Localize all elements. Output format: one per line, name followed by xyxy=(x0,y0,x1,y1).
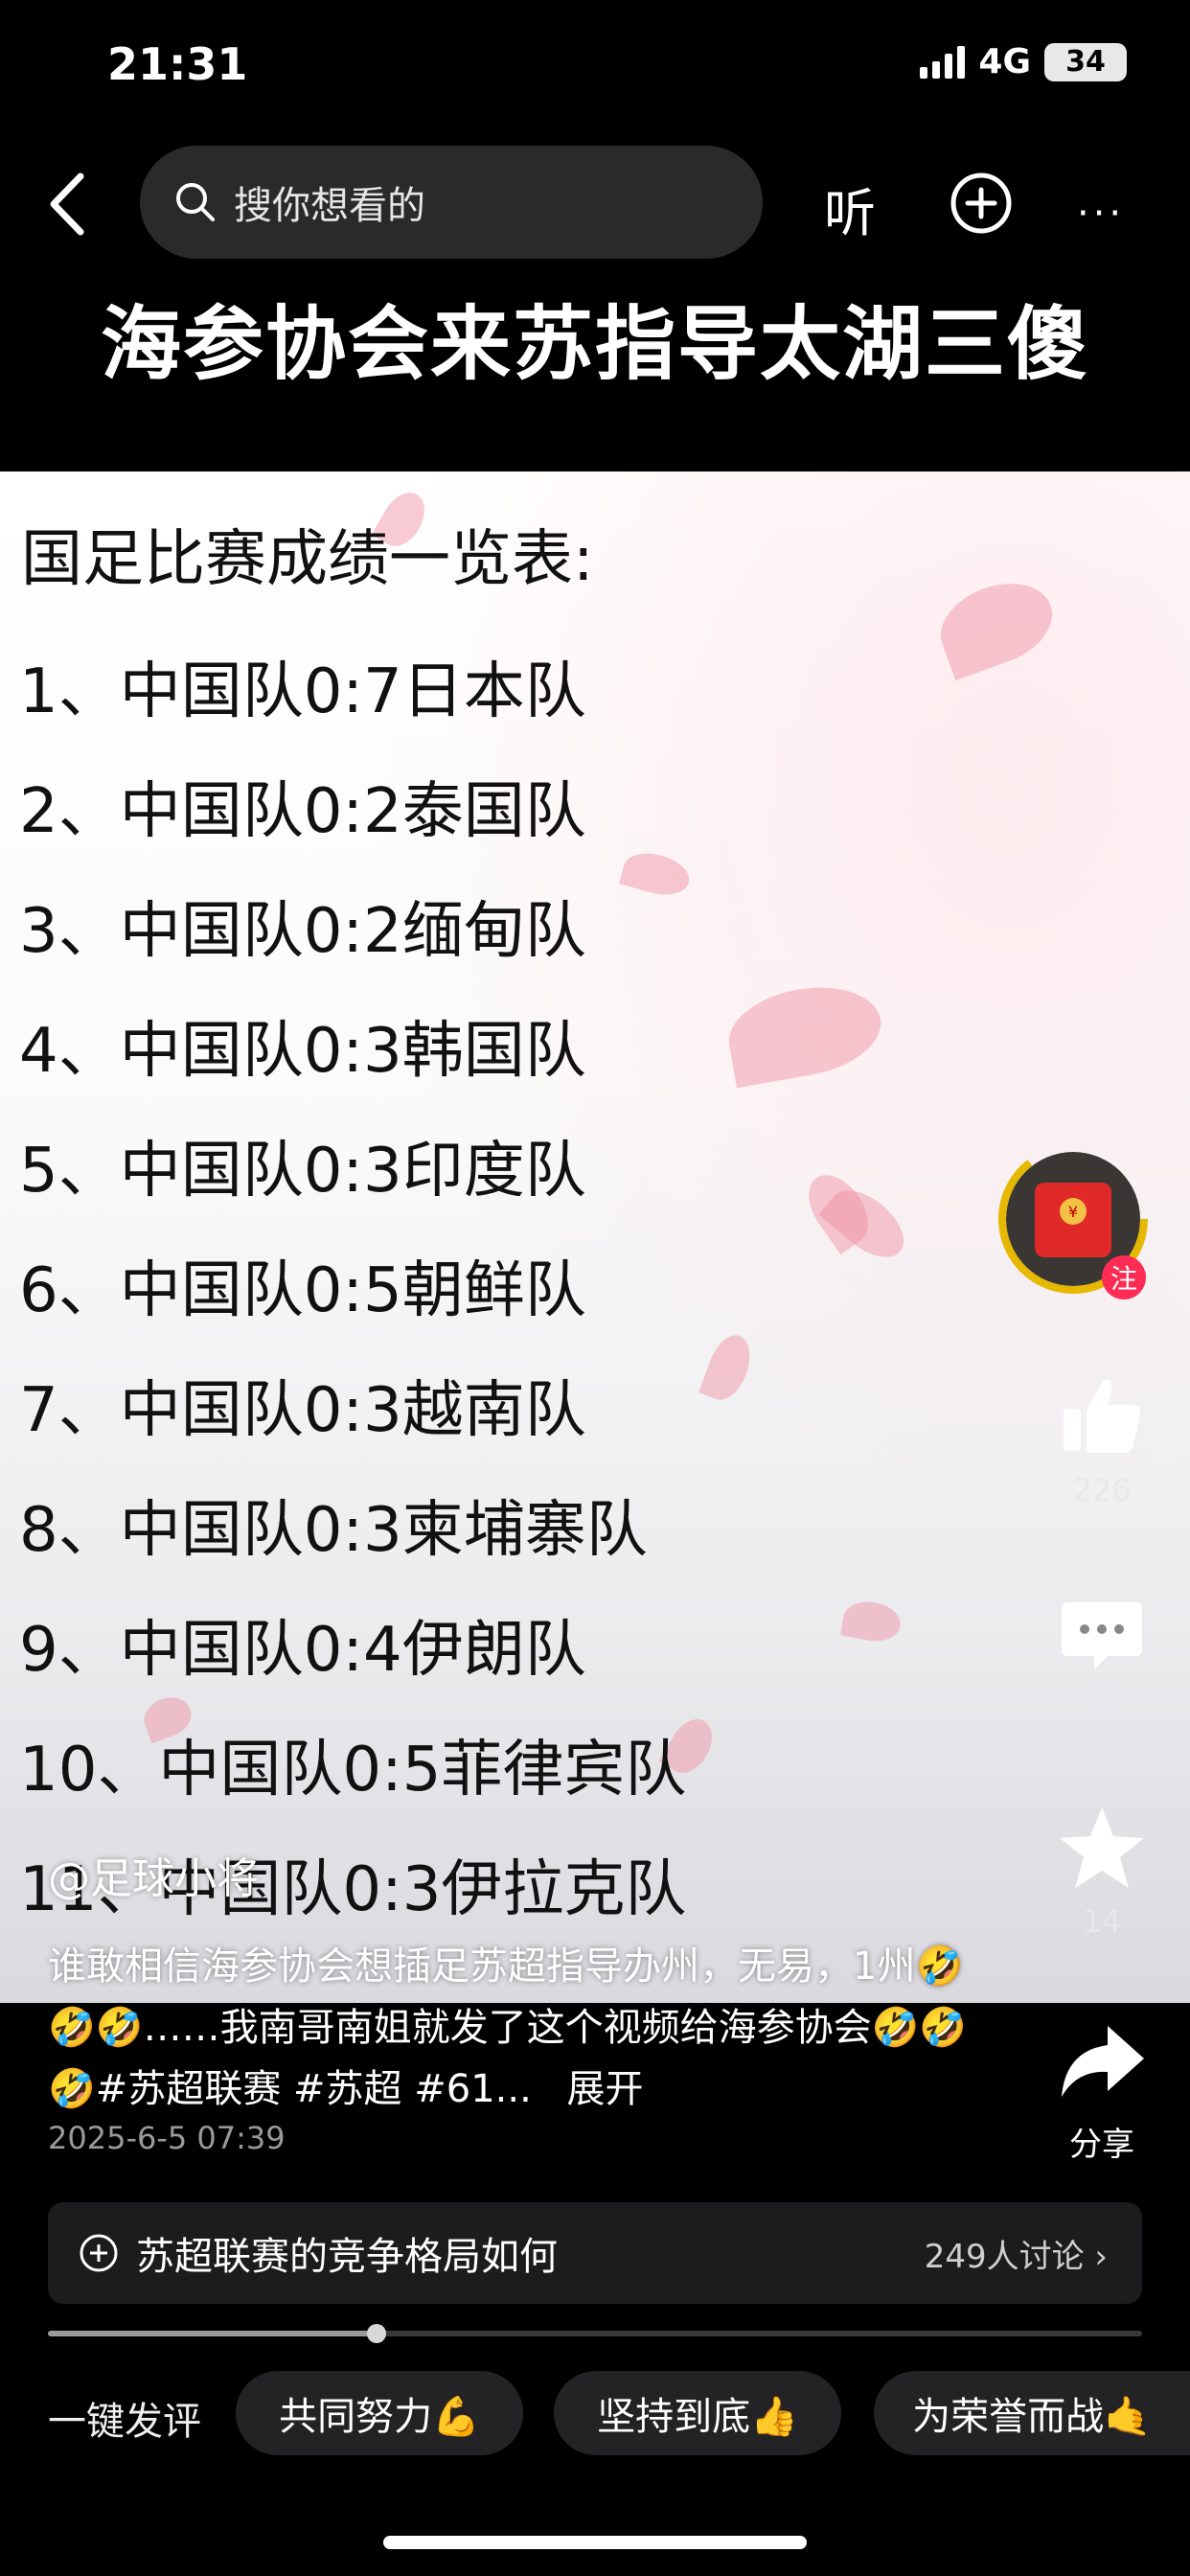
topic-count: 249人讨论 › xyxy=(924,2237,1108,2276)
status-time: 21:31 xyxy=(107,38,248,90)
quick-comment-chip[interactable]: 坚持到底👍 xyxy=(554,2371,841,2455)
star-icon xyxy=(1060,1807,1144,1888)
result-row: 8、中国队0:3柬埔寨队 xyxy=(19,1495,648,1566)
status-indicators: 4G 34 xyxy=(920,42,1127,81)
like-count: 226 xyxy=(1072,1472,1132,1508)
like-button[interactable]: 226 xyxy=(1044,1370,1159,1508)
add-circle-icon xyxy=(80,2234,118,2272)
comment-count: 77 xyxy=(1082,1689,1122,1725)
follow-button[interactable]: 注 xyxy=(1102,1255,1146,1300)
search-icon xyxy=(176,183,215,221)
result-row: 5、中国队0:3印度队 xyxy=(19,1136,586,1207)
search-placeholder: 搜你想看的 xyxy=(234,184,425,228)
result-row: 6、中国队0:5朝鲜队 xyxy=(19,1255,586,1326)
result-row: 4、中国队0:3韩国队 xyxy=(19,1016,586,1087)
results-title: 国足比赛成绩一览表: xyxy=(21,524,594,595)
progress-handle[interactable] xyxy=(366,2324,386,2343)
home-indicator[interactable] xyxy=(383,2536,807,2549)
quick-comment-chip[interactable]: 共同努力💪 xyxy=(236,2371,523,2455)
video-caption[interactable]: 谁敢相信海参协会想插足苏超指导办州，无易，1州🤣🤣🤣……我南哥南姐就发了这个视频… xyxy=(48,1936,987,2120)
favorite-button[interactable]: 14 xyxy=(1044,1802,1159,1940)
video-progress-bar[interactable] xyxy=(48,2324,1142,2343)
topic-label: 苏超联赛的竞争格局如何 xyxy=(136,2235,558,2279)
topic-discussion-bar[interactable]: 苏超联赛的竞争格局如何 249人讨论 › xyxy=(48,2202,1142,2304)
result-row: 9、中国队0:4伊朗队 xyxy=(19,1615,586,1686)
petal-decoration xyxy=(619,846,694,902)
petal-decoration xyxy=(839,1598,904,1645)
expand-button[interactable]: 展开 xyxy=(567,2067,644,2111)
result-row: 10、中国队0:5菲律宾队 xyxy=(19,1735,687,1806)
share-label: 分享 xyxy=(1069,2126,1134,2164)
petal-decoration xyxy=(698,1329,758,1406)
result-row: 1、中国队0:7日本队 xyxy=(19,656,586,727)
result-row: 3、中国队0:2缅甸队 xyxy=(19,896,586,967)
comment-icon xyxy=(1062,1602,1142,1669)
result-row: 2、中国队0:2泰国队 xyxy=(19,776,586,847)
search-input[interactable]: 搜你想看的 xyxy=(140,146,763,259)
more-button[interactable]: ··· xyxy=(1077,192,1125,236)
result-row: 7、中国队0:3越南队 xyxy=(19,1375,586,1446)
thumbs-up-icon xyxy=(1064,1379,1141,1453)
petal-decoration xyxy=(928,568,1064,681)
quick-comment-label: 一键发评 xyxy=(48,2400,201,2444)
network-label: 4G xyxy=(978,42,1031,81)
post-date: 2025-6-5 07:39 xyxy=(48,2120,286,2156)
svg-text:¥: ¥ xyxy=(1068,1203,1078,1221)
favorite-count: 14 xyxy=(1082,1903,1122,1940)
listen-button[interactable]: 听 xyxy=(824,171,876,246)
share-button[interactable]: 分享 xyxy=(1044,2016,1159,2165)
video-headline: 海参协会来苏指导太湖三傻 xyxy=(100,297,1089,391)
battery-icon: 34 xyxy=(1044,42,1127,81)
comment-button[interactable]: 77 xyxy=(1044,1587,1159,1725)
share-arrow-icon xyxy=(1062,2026,1144,2097)
petal-decoration xyxy=(721,976,888,1089)
caption-text: 谁敢相信海参协会想插足苏超指导办州，无易，1州🤣🤣🤣……我南哥南姐就发了这个视频… xyxy=(48,1944,968,2111)
add-icon[interactable] xyxy=(949,171,1014,236)
author-name[interactable]: @足球小将 xyxy=(48,1844,259,1905)
signal-icon xyxy=(920,45,966,79)
progress-fill xyxy=(48,2331,377,2336)
quick-comment-chip[interactable]: 为荣誉而战🤙 xyxy=(874,2371,1190,2455)
back-icon[interactable] xyxy=(44,171,92,238)
